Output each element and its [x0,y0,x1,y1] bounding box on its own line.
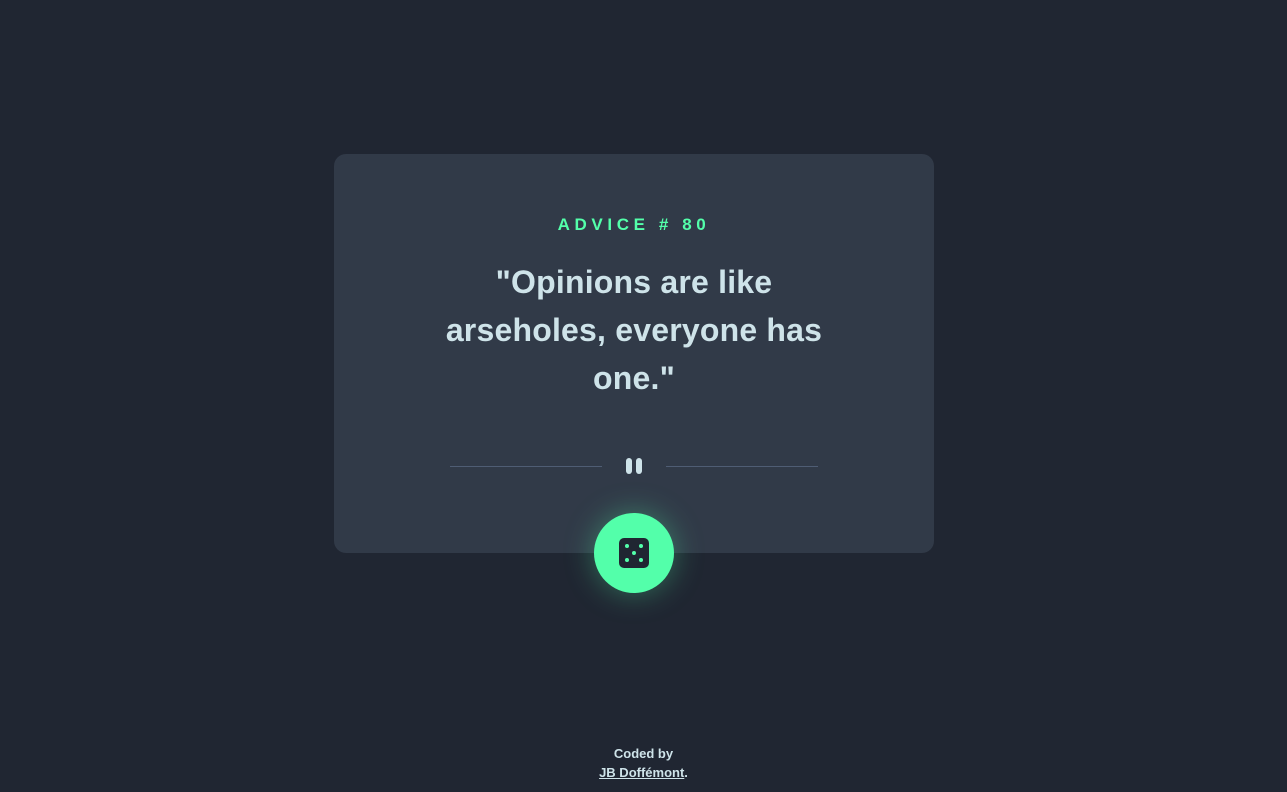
divider-line-left [450,466,602,467]
divider-line-right [666,466,818,467]
dice-icon [619,538,649,568]
advice-id: ADVICE # 80 [557,215,711,234]
generate-advice-button[interactable] [594,513,674,593]
advice-card: ADVICE # 80 "Opinions are like arseholes… [334,154,934,553]
page: ADVICE # 80 "Opinions are like arseholes… [0,0,1287,792]
author-line: JB Doffémont. [0,763,1287,782]
advice-quote: "Opinions are like arseholes, everyone h… [445,264,823,396]
footer: Coded by JB Doffémont. [0,744,1287,782]
footer-suffix: . [684,765,688,780]
pause-icon [621,456,647,476]
coded-by-label: Coded by [613,746,674,761]
author-link[interactable]: JB Doffémont [599,765,684,780]
divider [450,456,818,476]
